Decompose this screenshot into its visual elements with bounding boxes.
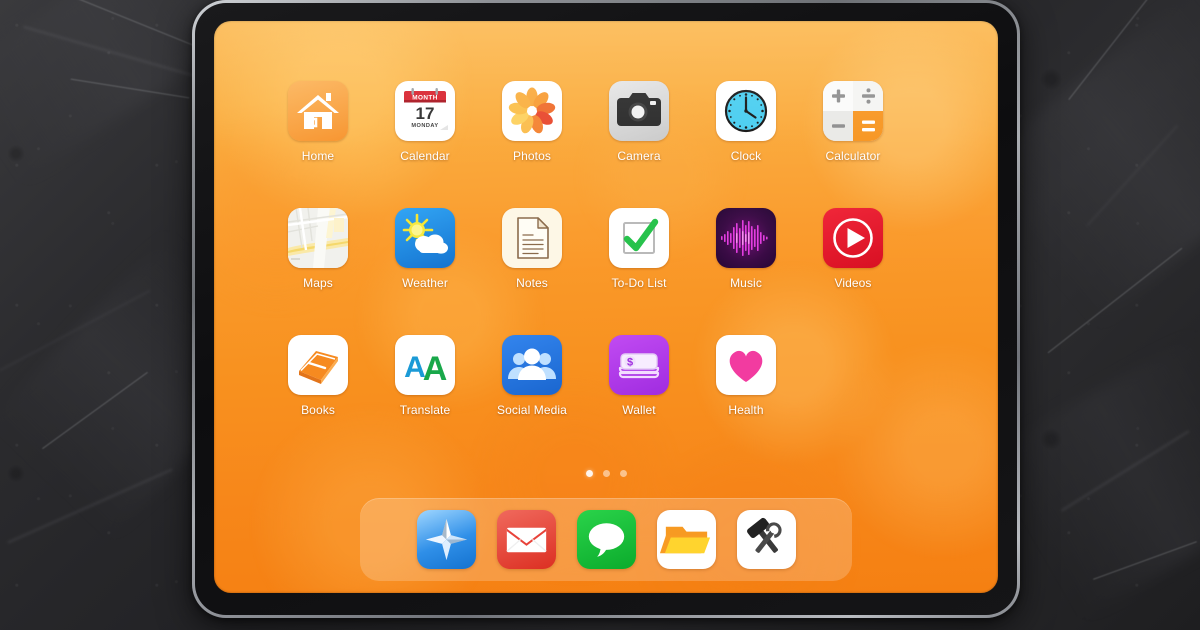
app-label: Calculator (825, 149, 881, 163)
app-label: Notes (516, 276, 548, 290)
app-books[interactable]: Books (288, 335, 348, 417)
flower-icon[interactable] (502, 81, 562, 141)
app-health[interactable]: Health (716, 335, 776, 417)
svg-text:MONDAY: MONDAY (411, 123, 438, 129)
app-label: Home (301, 149, 335, 163)
app-camera[interactable]: Camera (609, 81, 669, 163)
app-label: Translate (399, 403, 451, 417)
app-music[interactable]: Music (716, 208, 776, 290)
app-label: To-Do List (611, 276, 667, 290)
app-label: Music (730, 276, 762, 290)
app-translate[interactable]: A A Translate (395, 335, 455, 417)
app-grid: Home MONTH 17 MONDAY Calendar Photos Cam… (214, 81, 998, 417)
clock-icon[interactable] (716, 81, 776, 141)
tools-icon[interactable] (736, 510, 796, 569)
app-social-media[interactable]: Social Media (497, 335, 567, 417)
app-label: Books (301, 403, 335, 417)
money-icon[interactable]: $ (609, 335, 669, 395)
heart-icon[interactable] (716, 335, 776, 395)
page-dot-3[interactable] (619, 470, 627, 477)
app-weather[interactable]: Weather (395, 208, 455, 290)
folder-icon[interactable] (656, 510, 716, 569)
app-todo-list[interactable]: To-Do List (609, 208, 669, 290)
tablet-device: Home MONTH 17 MONDAY Calendar Photos Cam… (192, 0, 1020, 618)
page-dot-2[interactable] (602, 470, 610, 477)
tablet-bezel: Home MONTH 17 MONDAY Calendar Photos Cam… (195, 3, 1017, 615)
svg-text:A: A (423, 350, 448, 388)
dock (360, 498, 852, 581)
sun-cloud-icon[interactable] (395, 208, 455, 268)
app-label: Health (728, 403, 764, 417)
map-icon[interactable] (288, 208, 348, 268)
waveform-icon[interactable] (716, 208, 776, 268)
app-row-2: Maps Weather Notes To-Do List Music Vide… (214, 208, 998, 290)
house-icon[interactable] (288, 81, 348, 141)
chat-icon[interactable] (576, 510, 636, 569)
app-label: Wallet (622, 403, 656, 417)
app-calculator[interactable]: Calculator (823, 81, 883, 163)
app-label: Camera (617, 149, 661, 163)
double-a-icon[interactable]: A A (395, 335, 455, 395)
camera-icon[interactable] (609, 81, 669, 141)
svg-text:$: $ (627, 357, 633, 369)
page-indicator[interactable] (214, 470, 998, 477)
people-icon[interactable] (502, 335, 562, 395)
app-label: Clock (730, 149, 762, 163)
app-label: Photos (513, 149, 551, 163)
book-icon[interactable] (288, 335, 348, 395)
app-label: Videos (834, 276, 872, 290)
app-row-3: Books A A Translate Social Media $ Walle… (214, 335, 998, 417)
calendar-icon[interactable]: MONTH 17 MONDAY (395, 81, 455, 141)
compass-icon[interactable] (416, 510, 476, 569)
app-label: Calendar (400, 149, 450, 163)
app-photos[interactable]: Photos (502, 81, 562, 163)
app-row-1: Home MONTH 17 MONDAY Calendar Photos Cam… (214, 81, 998, 163)
calculator-icon[interactable] (823, 81, 883, 141)
app-wallet[interactable]: $ Wallet (609, 335, 669, 417)
envelope-icon[interactable] (496, 510, 556, 569)
app-home[interactable]: Home (288, 81, 348, 163)
svg-text:MONTH: MONTH (412, 94, 437, 101)
app-label: Maps (303, 276, 333, 290)
app-label: Social Media (497, 403, 567, 417)
page-dot-1[interactable] (585, 470, 593, 477)
checkbox-icon[interactable] (609, 208, 669, 268)
app-clock[interactable]: Clock (716, 81, 776, 163)
app-maps[interactable]: Maps (288, 208, 348, 290)
app-calendar[interactable]: MONTH 17 MONDAY Calendar (395, 81, 455, 163)
document-icon[interactable] (502, 208, 562, 268)
svg-text:17: 17 (416, 104, 435, 123)
app-label: Weather (402, 276, 448, 290)
app-videos[interactable]: Videos (823, 208, 883, 290)
tablet-screen[interactable]: Home MONTH 17 MONDAY Calendar Photos Cam… (214, 21, 998, 593)
play-icon[interactable] (823, 208, 883, 268)
app-notes[interactable]: Notes (502, 208, 562, 290)
